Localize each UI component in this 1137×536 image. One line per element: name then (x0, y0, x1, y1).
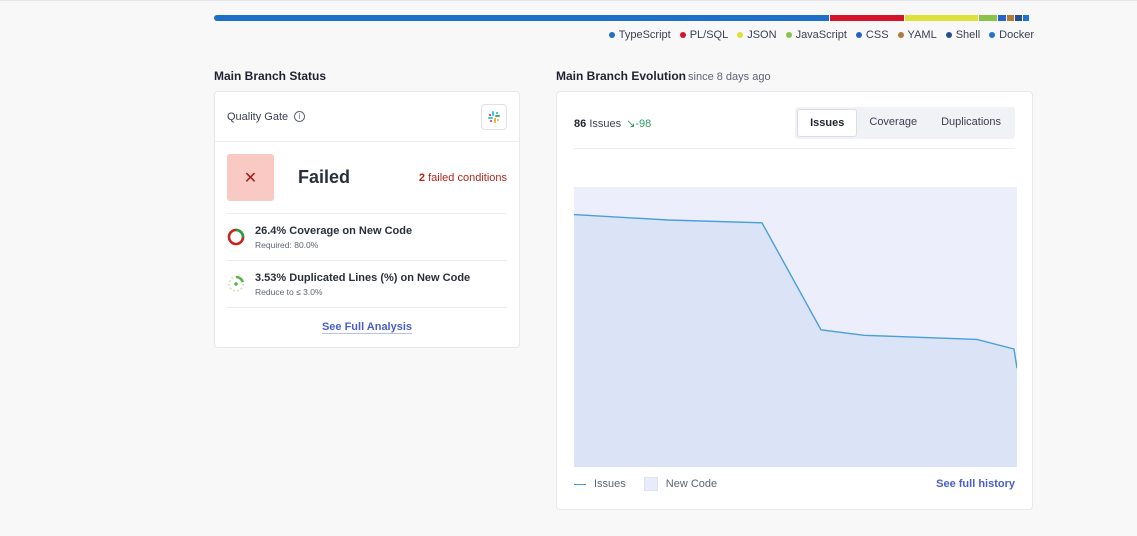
legend-item-docker: Docker (989, 29, 1034, 41)
condition-requirement: Required: 80.0% (255, 239, 319, 250)
evolution-tabs: Issues Coverage Duplications (795, 107, 1015, 139)
legend-new-code: New Code (665, 478, 718, 490)
legend-label: TypeScript (618, 29, 671, 41)
language-segment-plsql (830, 15, 905, 21)
legend-dot (855, 32, 862, 38)
quality-gate-status: Failed (298, 167, 351, 187)
legend-label: Shell (955, 29, 981, 41)
legend-dot (989, 32, 996, 38)
slack-icon[interactable] (481, 103, 507, 130)
language-distribution-bar (214, 15, 1034, 21)
legend-label: YAML (907, 29, 937, 41)
failed-icon: ✕ (227, 154, 274, 201)
quality-gate-result: ✕ Failed 2 failed conditions (227, 142, 507, 214)
legend-dot (679, 32, 686, 38)
legend-label: JavaScript (795, 29, 847, 41)
legend-label: PL/SQL (689, 29, 729, 41)
failed-conditions-count[interactable]: 2 failed conditions (419, 172, 507, 184)
see-full-analysis-link[interactable]: See Full Analysis (215, 321, 519, 333)
main-branch-evolution-title: Main Branch Evolution since 8 days ago (556, 69, 771, 83)
tab-duplications[interactable]: Duplications (929, 109, 1013, 137)
language-legend: TypeScript PL/SQL JSON JavaScript CSS YAML She… (608, 29, 1034, 41)
quality-gate-label: Quality Gate i (227, 111, 306, 123)
language-segment-javascript (978, 15, 997, 21)
legend-item-javascript: JavaScript (785, 29, 847, 41)
language-segment-typescript (214, 15, 830, 21)
coverage-donut-icon (227, 228, 251, 246)
divider (574, 148, 1015, 149)
legend-item-yaml: YAML (897, 29, 937, 41)
branch-evolution-card: 86 Issues ↘-98 Issues Coverage Duplicati… (556, 91, 1033, 510)
language-segment-css (997, 15, 1006, 21)
legend-dot (897, 32, 904, 38)
condition-duplications[interactable]: 3.53% Duplicated Lines (%) on New Code R… (227, 261, 507, 308)
legend-item-plsql: PL/SQL (679, 29, 729, 41)
issues-evolution-chart[interactable] (574, 187, 1017, 467)
condition-title: 3.53% Duplicated Lines (%) on New Code (255, 271, 471, 284)
language-segment-shell (1015, 15, 1022, 21)
main-branch-status-title: Main Branch Status (214, 69, 327, 83)
language-segment-json (905, 15, 978, 21)
duplication-donut-icon (227, 275, 251, 293)
tab-coverage[interactable]: Coverage (857, 109, 929, 137)
legend-label: Docker (999, 29, 1034, 41)
legend-dot (785, 32, 792, 38)
condition-requirement: Reduce to ≤ 3.0% (255, 286, 323, 297)
new-code-legend-swatch (643, 477, 658, 491)
language-segment-docker (1022, 15, 1030, 21)
legend-issues: Issues (594, 478, 626, 490)
legend-item-shell: Shell (945, 29, 981, 41)
legend-label: JSON (747, 29, 777, 41)
legend-item-css: CSS (855, 29, 889, 41)
tab-issues[interactable]: Issues (797, 109, 858, 137)
legend-dot (608, 32, 615, 38)
issues-legend-swatch (574, 483, 586, 485)
legend-item-json: JSON (737, 29, 777, 41)
see-full-history-link[interactable]: See full history (936, 478, 1015, 490)
condition-coverage[interactable]: 26.4% Coverage on New Code Required: 80.… (227, 214, 507, 261)
issue-count: 86 Issues ↘-98 (574, 117, 652, 130)
condition-title: 26.4% Coverage on New Code (255, 224, 413, 237)
language-segment-yaml (1006, 15, 1015, 21)
legend-item-typescript: TypeScript (608, 29, 671, 41)
quality-gate-card: Quality Gate i ✕ Failed 2 failed conditi… (214, 91, 520, 348)
chart-legend: Issues New Code (574, 477, 717, 491)
legend-label: CSS (865, 29, 889, 41)
legend-dot (945, 32, 952, 38)
issue-delta: ↘-98 (626, 117, 652, 130)
legend-dot (737, 32, 744, 38)
info-icon[interactable]: i (294, 111, 306, 122)
